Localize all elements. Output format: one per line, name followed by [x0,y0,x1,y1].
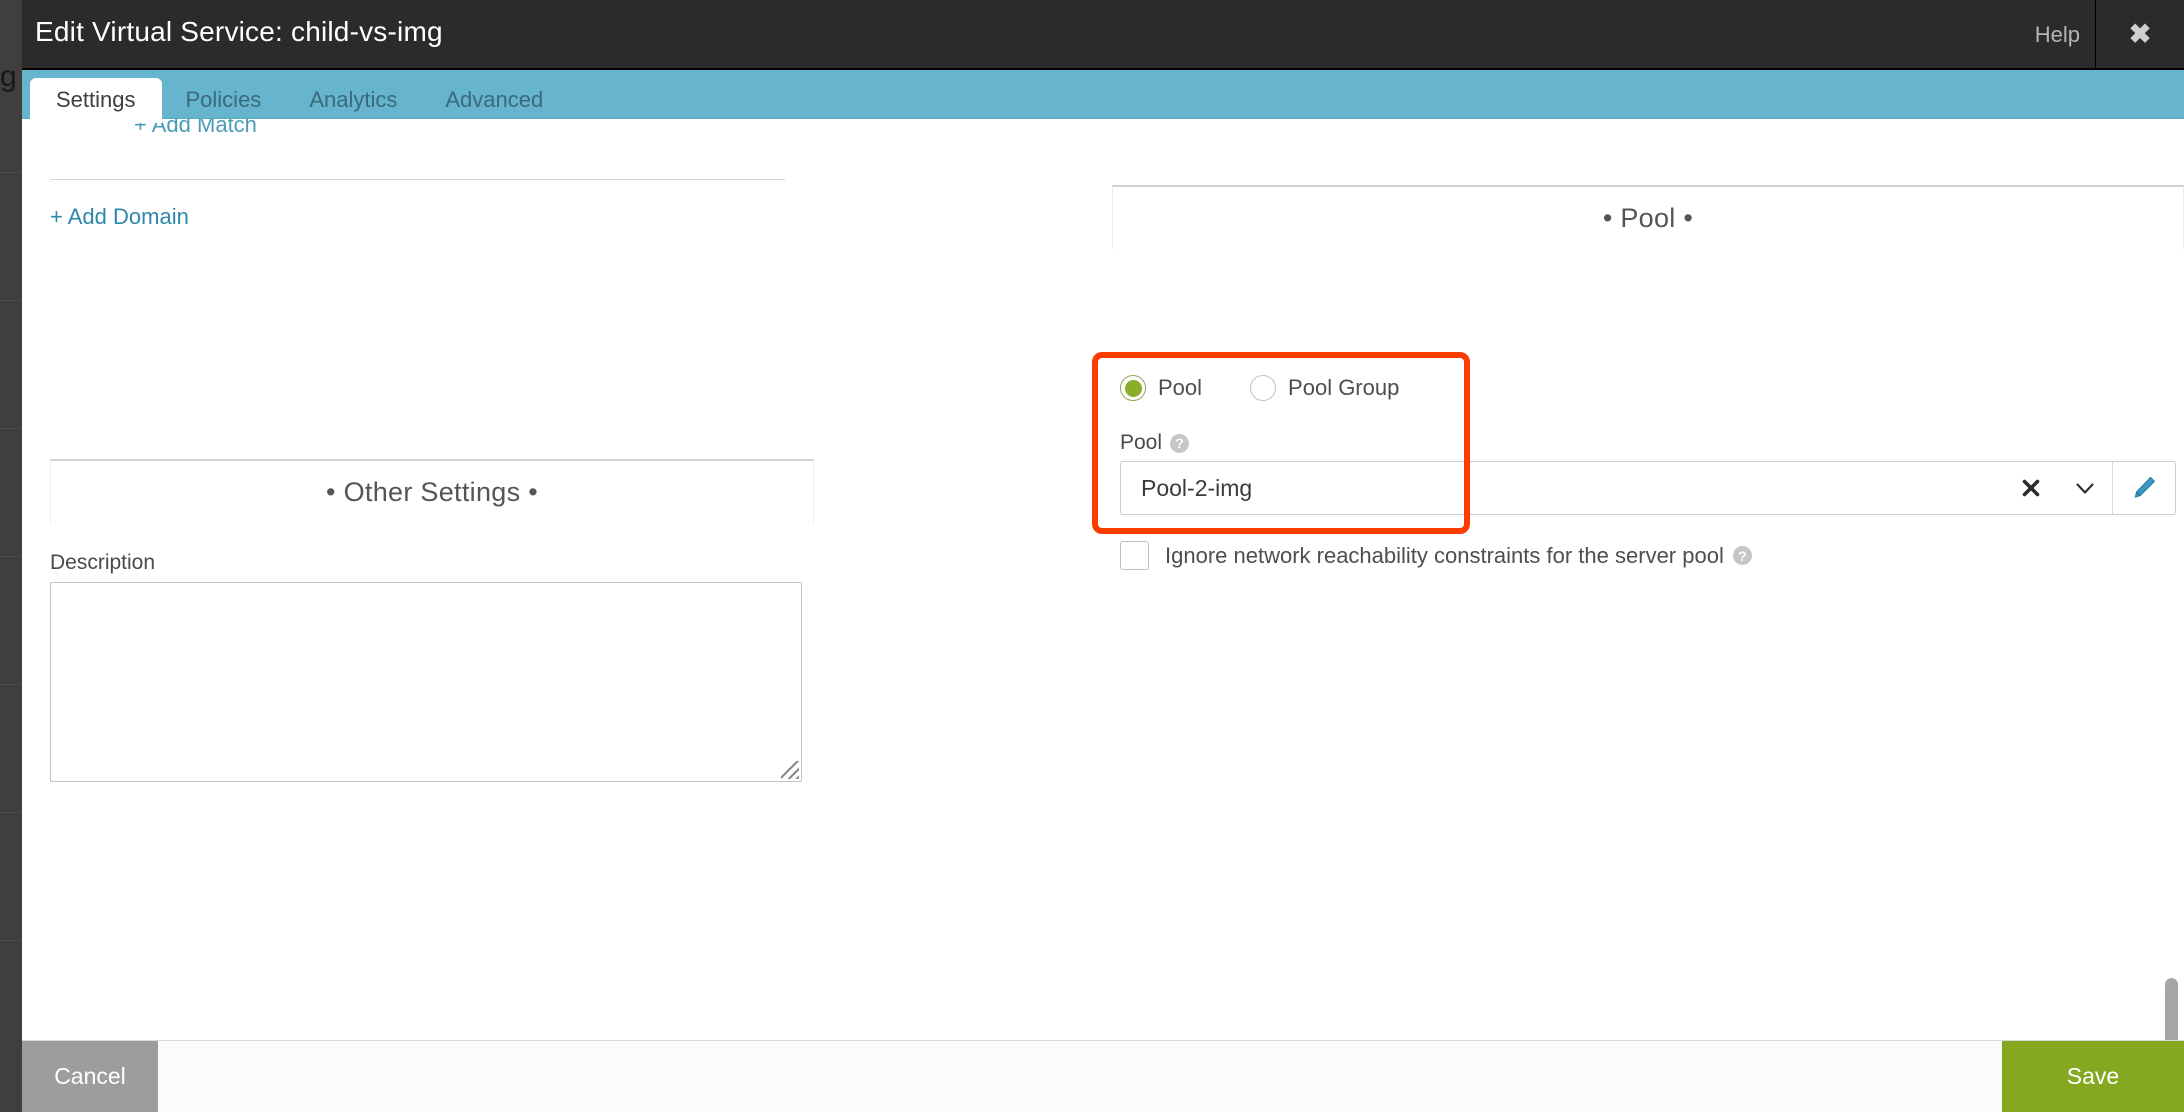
tab-analytics[interactable]: Analytics [285,79,421,122]
radio-option-pool[interactable]: Pool [1120,375,1202,401]
right-column: • Pool • Pool Pool Group Pool ? Pool-2-i… [1104,119,2184,1040]
pool-type-radio-group: Pool Pool Group [1120,375,1399,401]
section-divider [50,179,785,180]
add-domain-link[interactable]: + Add Domain [50,204,189,230]
help-icon[interactable]: ? [1732,546,1752,565]
pool-select[interactable]: Pool-2-img [1120,461,2176,515]
help-icon[interactable]: ? [1170,433,1190,453]
modal-footer: Cancel Save [22,1040,2184,1112]
modal-title: Edit Virtual Service: child-vs-img [35,16,443,47]
resize-handle-icon[interactable] [781,761,799,779]
vertical-scrollbar-track[interactable] [2164,238,2182,1040]
ignore-reachability-checkbox[interactable] [1120,541,1149,570]
modal-titlebar: Edit Virtual Service: child-vs-img Help … [22,0,2184,70]
cancel-button[interactable]: Cancel [22,1041,158,1112]
radio-unselected-icon[interactable] [1250,375,1277,401]
ignore-reachability-label-text: Ignore network reachability constraints … [1165,542,1724,568]
pool-section: • Pool • Pool Pool Group Pool ? Pool-2-i… [1112,185,2184,570]
radio-option-pool-group[interactable]: Pool Group [1250,375,1399,401]
pool-section-header: • Pool • [1112,185,2184,249]
pool-field-label: Pool ? [1120,431,1190,455]
pool-section-title: • Pool • [1602,202,1694,233]
save-button[interactable]: Save [2002,1041,2184,1112]
help-link[interactable]: Help [2035,22,2080,48]
description-label: Description [50,551,156,574]
pool-select-value: Pool-2-img [1141,474,1253,501]
tab-settings[interactable]: Settings [30,78,162,124]
ignore-reachability-label: Ignore network reachability constraints … [1165,543,1752,569]
left-column: + Add Match + Add Domain • Other Setting… [36,119,1096,1040]
edit-virtual-service-modal: Edit Virtual Service: child-vs-img Help … [0,0,2184,1112]
other-settings-header: • Other Settings • [50,459,814,523]
tab-policies[interactable]: Policies [162,79,286,122]
radio-selected-icon[interactable] [1120,375,1146,401]
tab-advanced[interactable]: Advanced [421,79,567,122]
description-textarea[interactable] [50,582,802,782]
clear-icon[interactable] [2004,477,2058,499]
modal-tabstrip: Settings Policies Analytics Advanced [22,70,2184,124]
other-settings-title: • Other Settings • [326,476,538,507]
vertical-scrollbar-thumb[interactable] [2165,978,2178,1040]
pool-field-label-text: Pool [1120,431,1163,454]
chevron-down-icon[interactable] [2058,475,2112,501]
radio-option-pool-group-label: Pool Group [1288,375,1400,400]
ignore-reachability-checkbox-row[interactable]: Ignore network reachability constraints … [1120,541,1752,570]
modal-body: + Add Match + Add Domain • Other Setting… [22,119,2184,1040]
other-settings-section: • Other Settings • Description [50,459,814,782]
radio-option-pool-label: Pool [1158,375,1203,400]
close-icon[interactable]: ✖ [2096,0,2184,68]
tab-list: Settings Policies Analytics Advanced [30,78,567,124]
